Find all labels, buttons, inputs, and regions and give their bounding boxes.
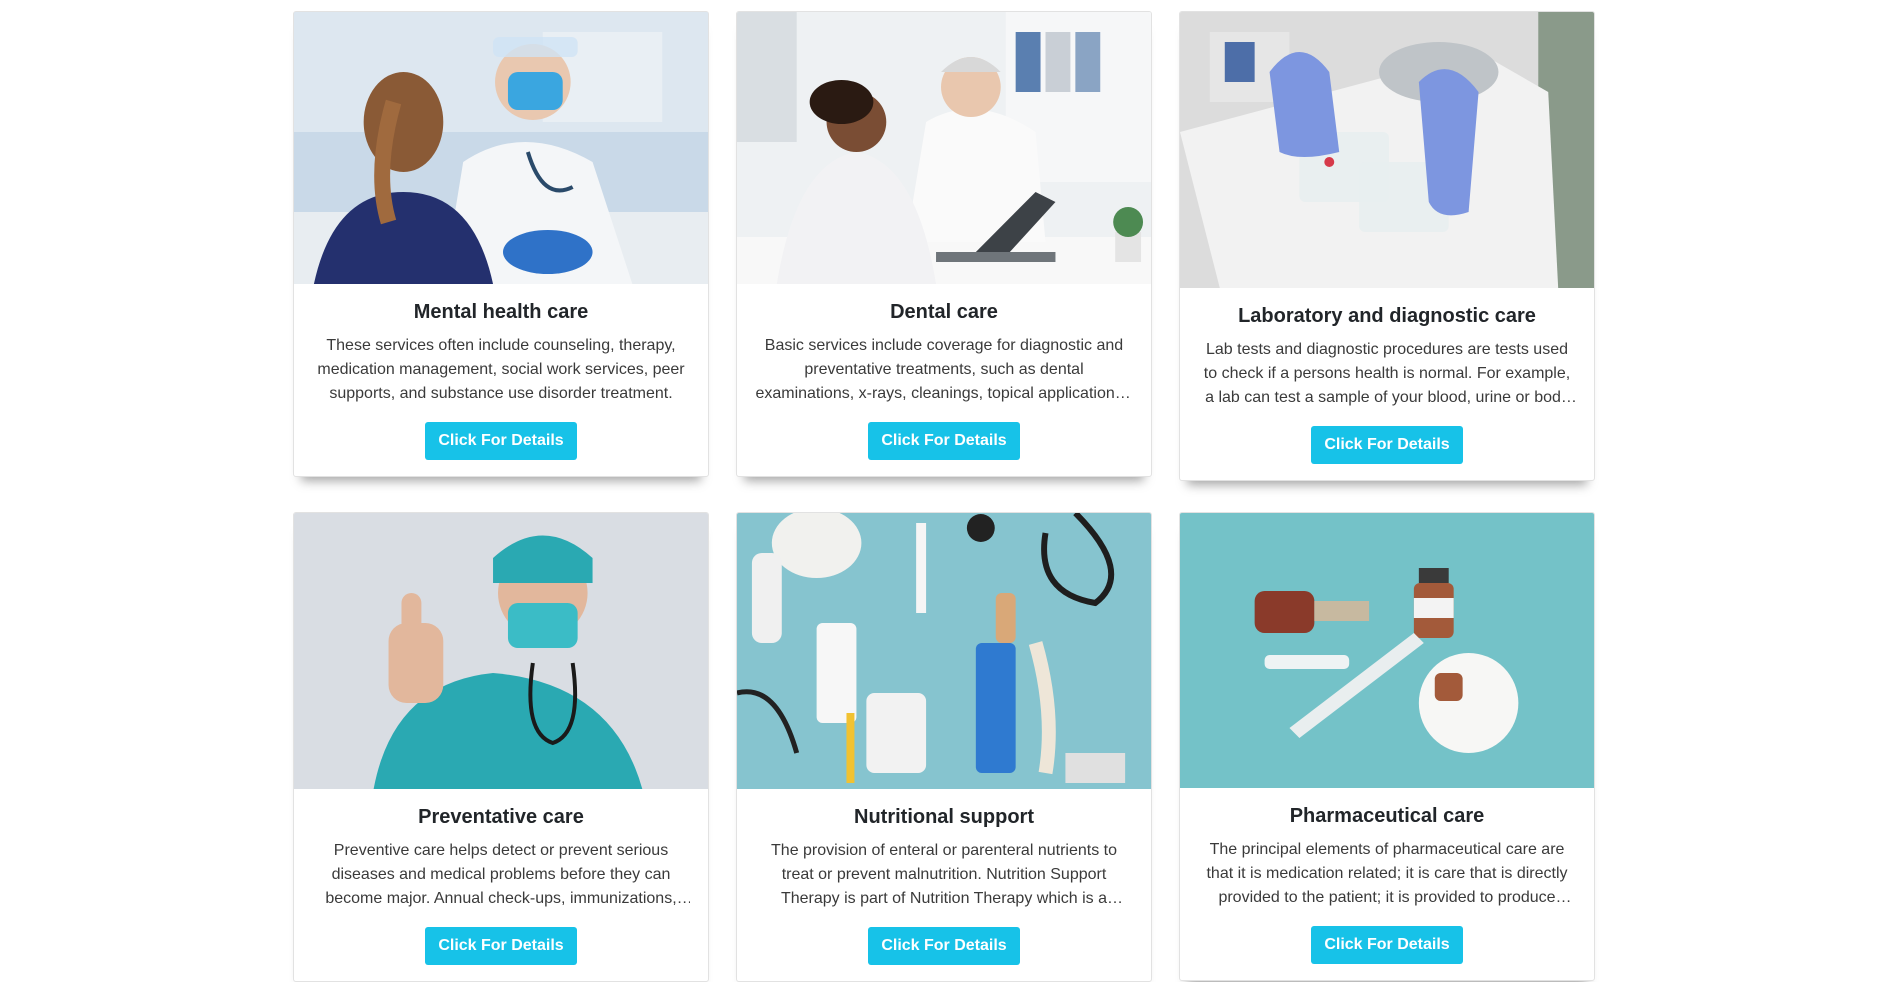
card-body: Pharmaceutical care The principal elemen… xyxy=(1180,804,1594,980)
card-image-doctors-laptop xyxy=(737,12,1151,284)
card-description: The principal elements of pharmaceutical… xyxy=(1206,841,1568,906)
service-card-preventative: Preventative care Preventive care helps … xyxy=(293,512,709,982)
service-card-pharmaceutical: Pharmaceutical care The principal elemen… xyxy=(1179,512,1595,981)
services-grid: Mental health care These services often … xyxy=(0,0,1888,982)
card-description: These services often include counseling,… xyxy=(317,337,685,402)
card-description: The provision of enteral or parenteral n… xyxy=(771,842,1117,907)
details-button[interactable]: Click For Details xyxy=(425,422,577,460)
service-card-dental: Dental care Basic services include cover… xyxy=(736,11,1152,477)
card-image-vials-syringes xyxy=(1180,513,1594,788)
card-title: Laboratory and diagnostic care xyxy=(1238,305,1536,327)
service-card-mental-health: Mental health care These services often … xyxy=(293,11,709,477)
card-image-surgeon-thumbs-up xyxy=(294,513,708,789)
card-body: Nutritional support The provision of ent… xyxy=(737,805,1151,981)
card-title: Nutritional support xyxy=(854,806,1034,828)
card-description: Basic services include coverage for diag… xyxy=(755,337,1133,402)
details-button[interactable]: Click For Details xyxy=(425,927,577,965)
details-button[interactable]: Click For Details xyxy=(1311,926,1463,964)
card-image-medical-supplies xyxy=(737,513,1151,789)
card-title: Mental health care xyxy=(413,301,589,323)
card-image-doctor-child xyxy=(294,12,708,284)
details-button[interactable]: Click For Details xyxy=(868,422,1020,460)
service-card-laboratory: Laboratory and diagnostic care Lab tests… xyxy=(1179,11,1595,481)
card-title: Preventative care xyxy=(418,806,584,828)
details-button[interactable]: Click For Details xyxy=(868,927,1020,965)
card-body: Preventative care Preventive care helps … xyxy=(294,805,708,981)
card-description: Lab tests and diagnostic procedures are … xyxy=(1203,341,1571,406)
card-title: Pharmaceutical care xyxy=(1289,805,1485,827)
card-body: Dental care Basic services include cover… xyxy=(737,300,1151,476)
card-body: Laboratory and diagnostic care Lab tests… xyxy=(1180,304,1594,480)
details-button[interactable]: Click For Details xyxy=(1311,426,1463,464)
card-body: Mental health care These services often … xyxy=(294,300,708,476)
card-image-lab-samples xyxy=(1180,12,1594,288)
service-card-nutritional: Nutritional support The provision of ent… xyxy=(736,512,1152,982)
card-description: Preventive care helps detect or prevent … xyxy=(325,842,677,907)
card-title: Dental care xyxy=(890,301,998,323)
